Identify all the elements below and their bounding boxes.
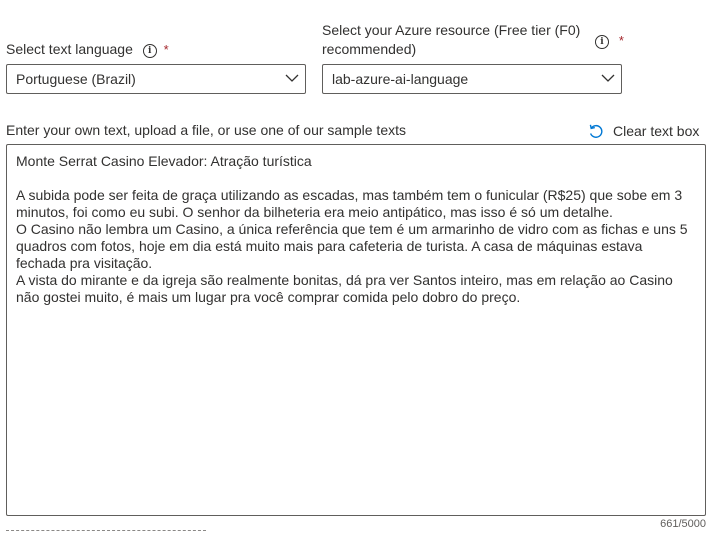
resource-selected-value: lab-azure-ai-language (332, 71, 469, 87)
required-indicator: * (618, 33, 624, 48)
resource-label: Select your Azure resource (Free tier (F… (322, 21, 592, 59)
info-icon[interactable]: i (595, 35, 609, 49)
clear-text-button[interactable]: Clear text box (588, 121, 699, 141)
chevron-down-icon (285, 74, 299, 82)
input-instructions: Enter your own text, upload a file, or u… (6, 122, 406, 138)
clear-text-label: Clear text box (613, 123, 700, 139)
language-dropdown[interactable]: Portuguese (Brazil) (6, 64, 306, 94)
undo-icon (589, 124, 603, 138)
language-label-row: Select text language i * (6, 40, 169, 59)
info-icon[interactable]: i (142, 44, 157, 58)
required-indicator: * (163, 42, 169, 57)
resource-label-icons: i * (595, 31, 624, 50)
chevron-down-icon (601, 74, 615, 82)
text-analysis-form: Select text language i * Portuguese (Bra… (0, 0, 712, 535)
resource-label-line1: Select your Azure resource (Free tier (F… (322, 22, 581, 38)
resource-label-line2: recommended) (322, 41, 417, 57)
language-label: Select text language (6, 41, 133, 57)
text-input-area[interactable]: Monte Serrat Casino Elevador: Atração tu… (6, 144, 706, 516)
resource-dropdown[interactable]: lab-azure-ai-language (322, 64, 622, 94)
character-count: 661/5000 (660, 518, 706, 530)
language-selected-value: Portuguese (Brazil) (16, 71, 136, 87)
divider (6, 530, 206, 531)
